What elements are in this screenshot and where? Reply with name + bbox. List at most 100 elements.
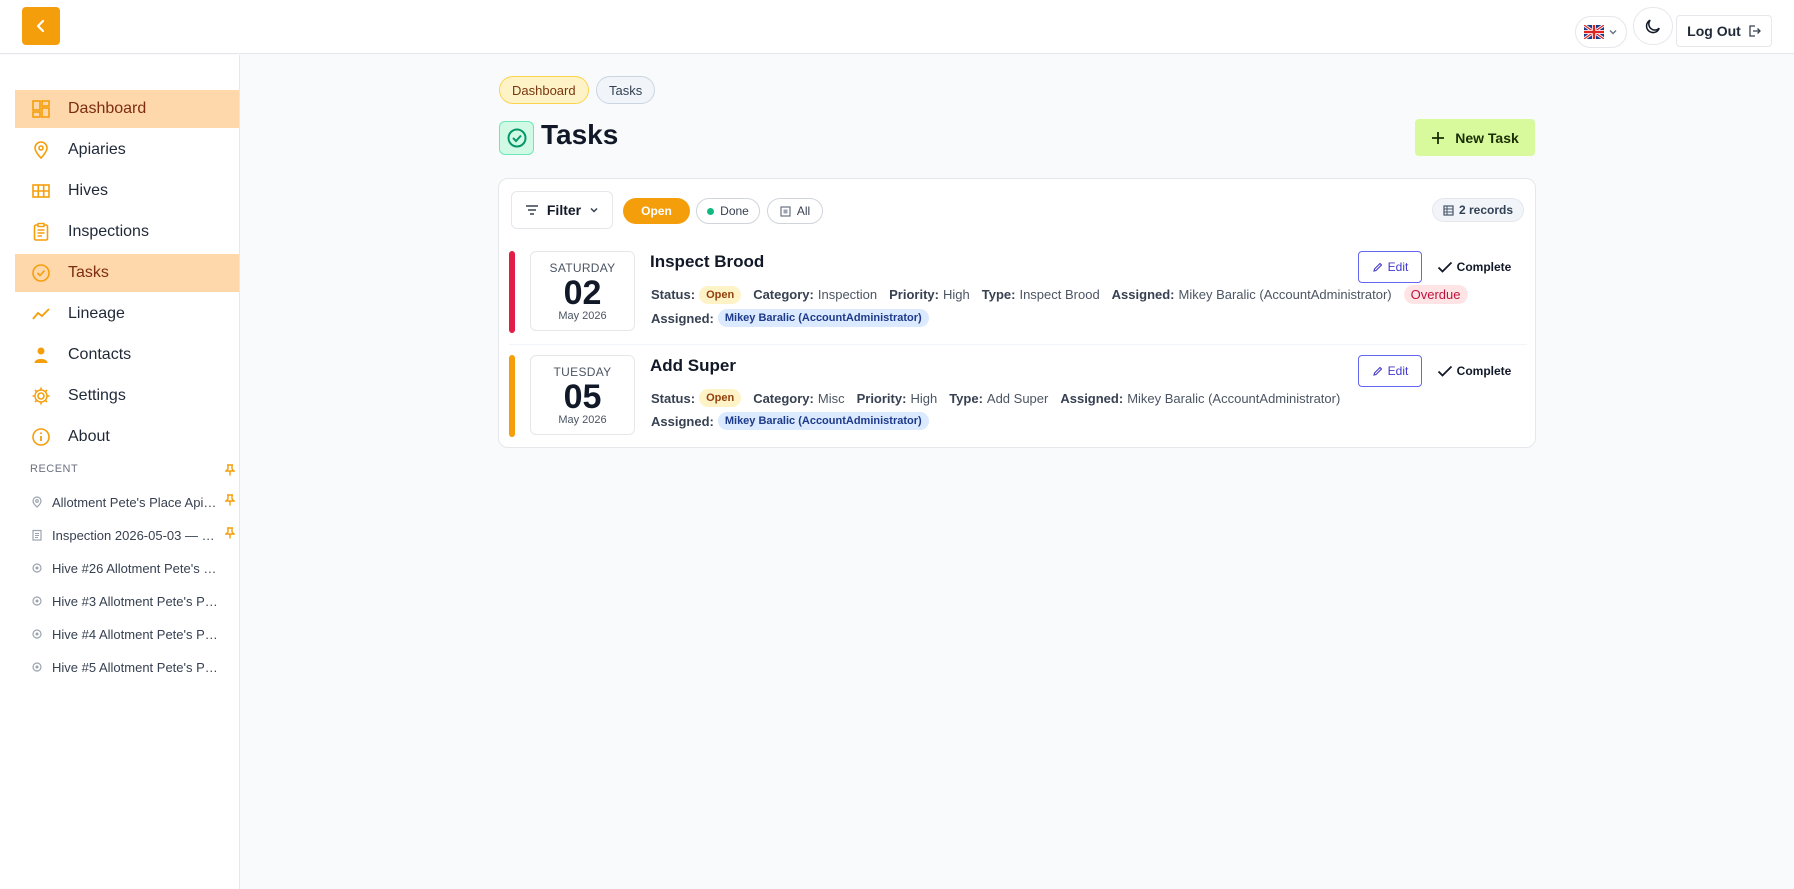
page-title: Tasks	[541, 119, 619, 150]
recent-item[interactable]: Inspection 2026-05-03 — Hive	[30, 525, 236, 545]
pin-icon[interactable]	[224, 527, 236, 542]
table-icon	[1443, 204, 1454, 216]
recent-section-label: RECENT	[30, 463, 79, 475]
sidebar-item-inspections[interactable]: Inspections	[15, 213, 239, 251]
map-pin-icon	[30, 495, 44, 509]
sidebar-item-label: About	[68, 428, 110, 445]
sidebar: Dashboard Apiaries Hives Inspections Tas…	[0, 55, 240, 889]
trend-icon	[30, 303, 52, 325]
sidebar-item-contacts[interactable]: Contacts	[15, 336, 239, 374]
priority-label: Priority:	[889, 287, 939, 302]
sidebar-item-label: Tasks	[68, 264, 109, 281]
recent-item[interactable]: Allotment Pete's Place Apiary	[30, 492, 236, 512]
chip-label: Open	[641, 204, 672, 218]
records-label: 2 records	[1458, 203, 1514, 217]
sidebar-item-label: Apiaries	[68, 141, 126, 158]
checkmark-icon	[1437, 365, 1452, 377]
priority-value: High	[910, 390, 938, 406]
filter-chip-open[interactable]: Open	[623, 198, 690, 224]
gear-icon	[30, 385, 52, 407]
records-count-badge: 2 records	[1432, 198, 1524, 222]
new-task-button[interactable]: New Task	[1415, 119, 1535, 156]
task-assignee-line: Assigned: Mikey Baralic (AccountAdminist…	[651, 309, 929, 327]
type-value: Add Super	[986, 390, 1049, 406]
task-meta: Status: Open Category: Misc Priority: Hi…	[651, 389, 1352, 407]
recent-item[interactable]: Hive #5 Allotment Pete's Place	[30, 657, 230, 677]
hive-icon	[30, 561, 44, 575]
sidebar-item-settings[interactable]: Settings	[15, 377, 239, 415]
complete-button[interactable]: Complete	[1431, 251, 1517, 283]
complete-label: Complete	[1456, 364, 1512, 378]
category-label: Category:	[753, 390, 814, 406]
recent-item[interactable]: Hive #26 Allotment Pete's Place	[30, 558, 230, 578]
logout-button[interactable]: Log Out	[1676, 15, 1772, 47]
sidebar-item-dashboard[interactable]: Dashboard	[15, 90, 239, 128]
recent-item[interactable]: Hive #3 Allotment Pete's Place	[30, 591, 230, 611]
filter-lines-icon	[525, 205, 538, 215]
sidebar-item-label: Dashboard	[68, 100, 147, 117]
collapse-sidebar-button[interactable]	[22, 7, 60, 45]
pencil-icon	[1372, 366, 1382, 376]
status-badge: Open	[699, 285, 742, 304]
task-row[interactable]: SATURDAY 02 May 2026 Inspect Brood Statu…	[509, 247, 1527, 345]
language-selector[interactable]	[1575, 16, 1627, 48]
sidebar-item-lineage[interactable]: Lineage	[15, 295, 239, 333]
type-value: Inspect Brood	[1019, 287, 1100, 302]
complete-label: Complete	[1456, 260, 1512, 274]
plus-icon	[1432, 131, 1445, 144]
sidebar-item-apiaries[interactable]: Apiaries	[15, 131, 239, 169]
pin-icon[interactable]	[224, 494, 236, 509]
priority-label: Priority:	[856, 390, 907, 406]
date-box: TUESDAY 05 May 2026	[530, 355, 635, 435]
filter-chip-all[interactable]: All	[767, 198, 823, 224]
moon-icon	[1645, 19, 1660, 34]
complete-button[interactable]: Complete	[1431, 355, 1517, 387]
chevron-down-icon	[590, 207, 598, 213]
edit-label: Edit	[1387, 364, 1409, 378]
chip-label: All	[796, 204, 811, 218]
recent-item-label: Hive #4 Allotment Pete's Place	[52, 626, 218, 642]
edit-button[interactable]: Edit	[1358, 355, 1422, 387]
filter-button[interactable]: Filter	[511, 191, 613, 229]
hive-icon	[30, 627, 44, 641]
checkmark-icon	[1437, 261, 1452, 273]
task-assignee-line: Assigned: Mikey Baralic (AccountAdminist…	[651, 412, 929, 430]
breadcrumb-tasks[interactable]: Tasks	[596, 76, 656, 104]
sidebar-item-about[interactable]: About	[15, 418, 239, 456]
task-title[interactable]: Add Super	[650, 356, 736, 376]
edit-button[interactable]: Edit	[1358, 251, 1422, 283]
sidebar-item-label: Inspections	[68, 223, 149, 240]
category-label: Category:	[753, 287, 814, 302]
task-row[interactable]: TUESDAY 05 May 2026 Add Super Status: Op…	[509, 351, 1527, 449]
pin-icon[interactable]	[224, 463, 236, 481]
map-pin-icon	[30, 139, 52, 161]
date-day-of-week: TUESDAY	[553, 365, 612, 379]
date-day: 02	[563, 274, 602, 312]
priority-value: High	[942, 287, 970, 302]
breadcrumb-dashboard[interactable]: Dashboard	[499, 76, 589, 104]
overdue-badge: Overdue	[1403, 285, 1468, 304]
logout-icon	[1749, 25, 1761, 37]
clipboard-icon	[30, 528, 44, 542]
sidebar-item-hives[interactable]: Hives	[15, 172, 239, 210]
sidebar-item-tasks[interactable]: Tasks	[15, 254, 239, 292]
recent-item-label: Allotment Pete's Place Apiary	[52, 494, 218, 510]
tasks-check-icon	[499, 121, 534, 155]
filter-chip-done[interactable]: Done	[696, 198, 760, 224]
recent-item-label: Hive #3 Allotment Pete's Place	[52, 593, 218, 609]
assigned-label: Assigned:	[651, 413, 714, 429]
recent-item[interactable]: Hive #4 Allotment Pete's Place	[30, 624, 230, 644]
chevron-left-icon	[36, 19, 45, 33]
clipboard-icon	[30, 221, 52, 243]
theme-toggle-button[interactable]	[1633, 7, 1673, 45]
chevron-down-icon	[1609, 30, 1617, 35]
type-label: Type:	[981, 287, 1016, 302]
status-label: Status:	[651, 390, 696, 406]
task-title[interactable]: Inspect Brood	[650, 252, 764, 272]
tasks-card: Filter Open Done All 2 records SATURDAY …	[498, 178, 1536, 448]
sidebar-item-label: Contacts	[68, 346, 132, 363]
hive-icon	[30, 594, 44, 608]
overdue-indicator-bar	[509, 251, 515, 333]
assigned-value: Mikey Baralic (AccountAdministrator)	[1178, 287, 1392, 302]
type-label: Type:	[949, 390, 983, 406]
